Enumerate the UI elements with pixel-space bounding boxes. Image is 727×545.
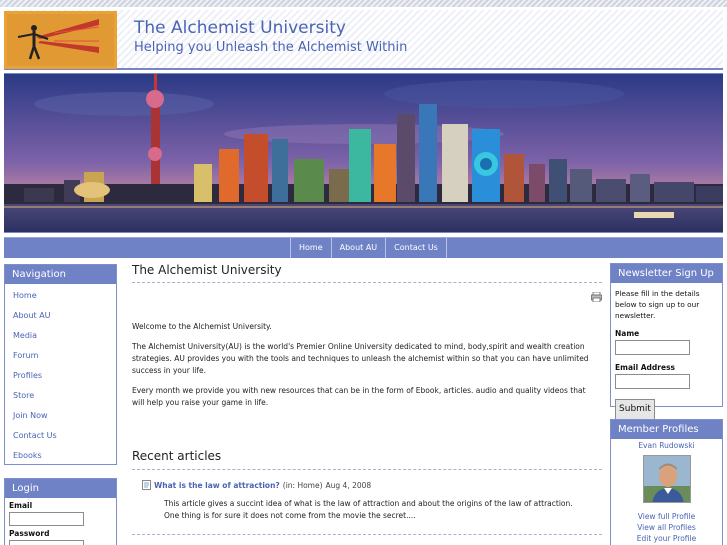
member-name-link[interactable]: Evan Rudowski [611,441,722,450]
site-logo[interactable] [4,11,117,69]
sidebar-item-ebooks[interactable]: Ebooks [5,447,116,467]
sidebar-item-about[interactable]: About AU [5,307,116,327]
avatar[interactable] [642,455,691,503]
article-category: (in: Home) [282,480,323,490]
newsletter-block-title: Newsletter Sign Up [611,264,722,283]
intro-paragraph: Welcome to the Alchemist University. [132,322,272,331]
document-icon [142,480,151,490]
newsletter-name-label: Name [615,329,640,338]
alchemist-logo-icon [4,11,117,69]
navigation-block-title: Navigation [5,265,116,284]
about-paragraph: The Alchemist University(AU) is the worl… [132,342,589,375]
site-header: The Alchemist University Helping you Unl… [4,10,723,70]
view-full-profile-link[interactable]: View full Profile [611,511,722,522]
site-title[interactable]: The Alchemist University [134,18,346,38]
primary-nav-about[interactable]: About AU [332,238,387,258]
newsletter-block: Newsletter Sign Up Please fill in the de… [610,263,723,420]
newsletter-intro: Please fill in the details below to sign… [615,289,700,320]
view-all-profiles-link[interactable]: View all Profiles [611,522,722,533]
newsletter-email-input[interactable] [615,374,690,389]
site-slogan: Helping you Unleash the Alchemist Within [134,40,408,55]
print-icon[interactable] [591,292,602,302]
article-title-link[interactable]: What is the law of attraction? [154,481,280,490]
sidebar-item-contact[interactable]: Contact Us [5,427,116,447]
navigation-block: Navigation Home About AU Media Forum Pro… [4,264,117,465]
page-title: The Alchemist University [132,263,602,283]
sidebar-item-forum[interactable]: Forum [5,347,116,367]
login-password-input[interactable] [9,540,84,545]
login-block-title: Login [5,479,116,498]
article-item: What is the law of attraction? (in: Home… [132,480,602,490]
newsletter-name-input[interactable] [615,340,690,355]
sidebar-item-store[interactable]: Store [5,387,116,407]
article-teaser-line1: This article gives a succint idea of wha… [164,499,573,508]
recent-articles-heading: Recent articles [132,449,602,470]
article-date: Aug 4, 2008 [325,480,372,490]
sidebar-item-media[interactable]: Media [5,327,116,347]
resources-paragraph: Every month we provide you with new reso… [132,386,586,407]
primary-nav-bar: Home About AU Contact Us [4,237,723,258]
login-email-input[interactable] [9,512,84,526]
profiles-block-title: Member Profiles [611,420,722,439]
sidebar-item-profiles[interactable]: Profiles [5,367,116,387]
article-teaser-line2: One thing is for sure it does not come f… [164,511,416,520]
sidebar-item-home[interactable]: Home [5,287,116,307]
top-decor-strip [0,0,727,7]
newsletter-submit-button[interactable]: Submit [615,399,655,420]
header-banner-image [4,73,723,233]
main-content: The Alchemist University Welcome to the … [132,263,602,535]
login-email-label: Email [9,501,33,510]
login-password-label: Password [9,529,50,538]
article-teaser: This article gives a succint idea of wha… [132,498,602,522]
newsletter-email-label: Email Address [615,363,676,372]
primary-nav-home[interactable]: Home [290,238,332,258]
member-profiles-block: Member Profiles Evan Rudowski View full … [610,419,723,545]
sidebar-item-join[interactable]: Join Now [5,407,116,427]
login-block: Login Email Password [4,478,117,545]
article-divider [132,534,602,535]
edit-profile-link[interactable]: Edit your Profile [611,533,722,544]
primary-nav-contact[interactable]: Contact Us [386,238,447,258]
